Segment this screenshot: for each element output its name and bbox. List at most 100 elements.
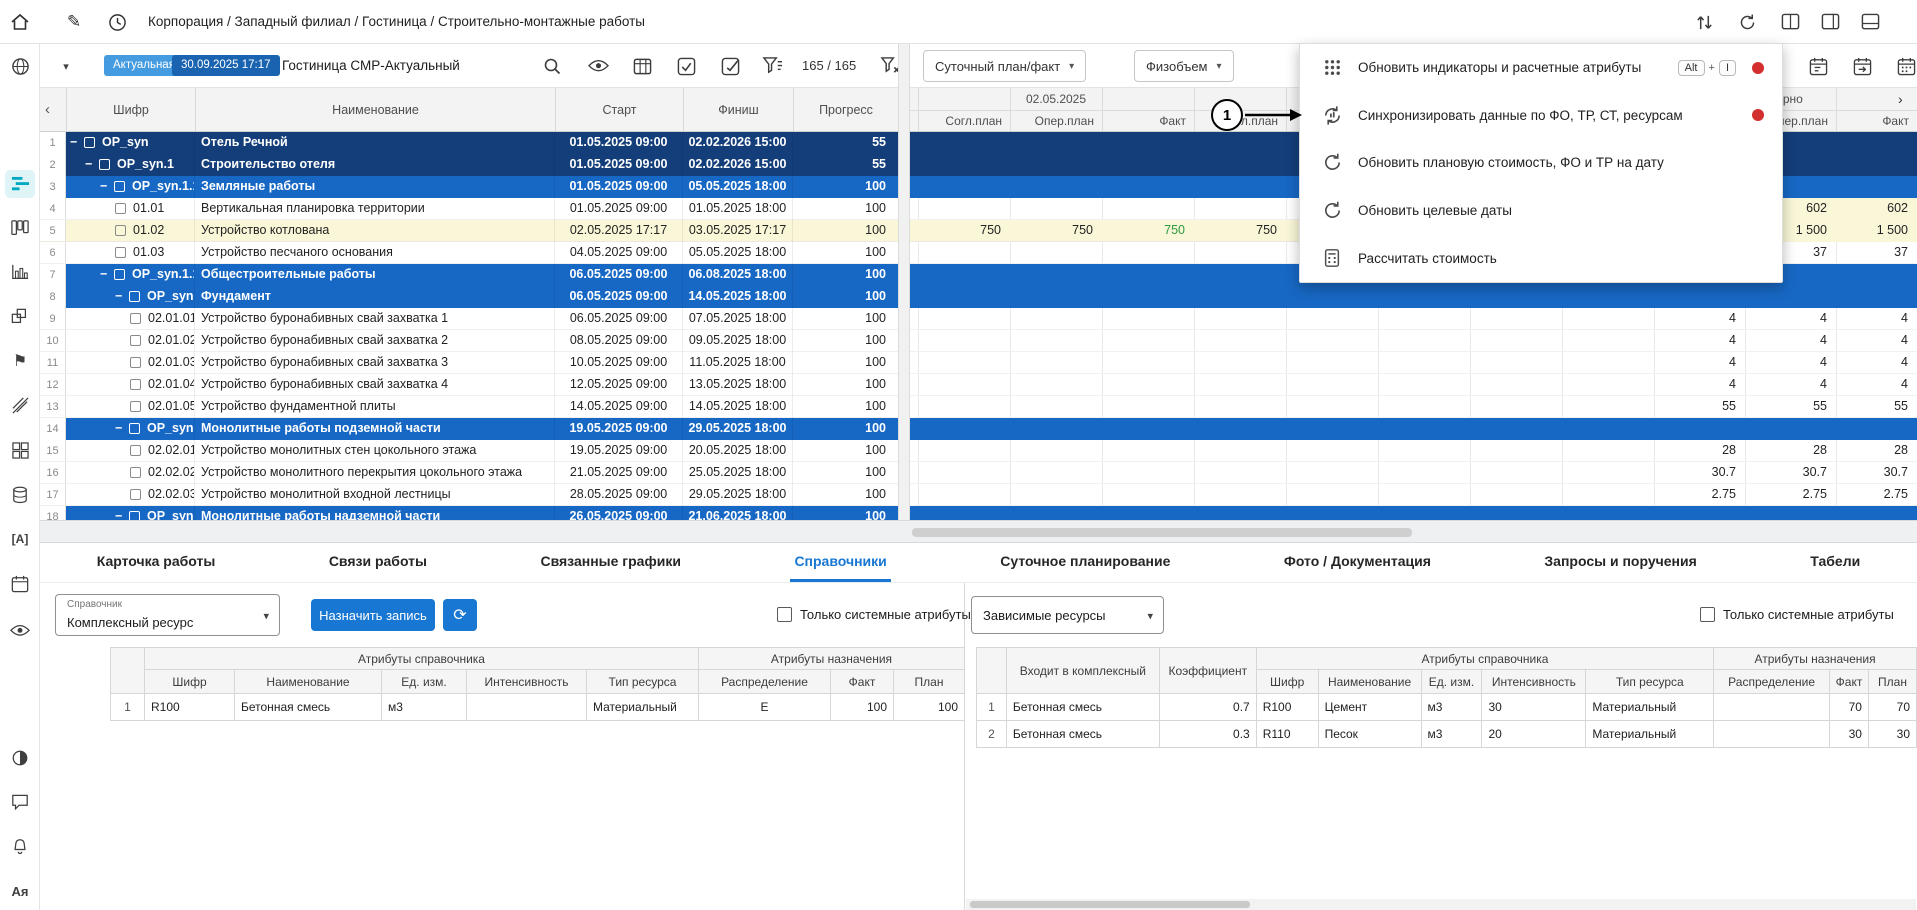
comment-icon[interactable] <box>0 788 40 816</box>
system-attrs-checkbox[interactable] <box>777 607 792 622</box>
table-row[interactable]: 2Бетонная смесь0.3R110Песокм320Материаль… <box>977 721 1917 748</box>
theme-icon[interactable] <box>0 744 40 772</box>
bottom-scrollbar[interactable] <box>966 899 1916 910</box>
row-expander-icon[interactable]: − <box>100 176 110 197</box>
database-icon[interactable] <box>0 481 40 509</box>
gantt-values-row[interactable] <box>910 418 1917 440</box>
edit-icon[interactable]: ✎ <box>60 8 88 36</box>
row-expander-icon[interactable]: − <box>100 264 110 285</box>
system-attrs-checkbox-right[interactable] <box>1700 607 1715 622</box>
menu-item[interactable]: Обновить индикаторы и расчетные атрибуты… <box>1300 44 1782 92</box>
gantt-row[interactable]: 501.02Устройство котлована02.05.2025 17:… <box>40 220 898 242</box>
search-icon[interactable] <box>538 52 566 80</box>
row-checkbox[interactable] <box>130 445 141 456</box>
row-checkbox[interactable] <box>129 291 140 302</box>
check-tasks-icon[interactable] <box>672 52 700 80</box>
gantt-row[interactable]: 1702.02.03Устройство монолитной входной … <box>40 484 898 506</box>
gantt-row[interactable]: 1602.02.02Устройство монолитного перекры… <box>40 462 898 484</box>
history-icon[interactable] <box>103 8 131 36</box>
row-expander-icon[interactable]: − <box>115 506 125 520</box>
table-row[interactable]: 1R100Бетонная смесьм3МатериальныйЕ100100 <box>111 694 965 721</box>
gantt-values-row[interactable] <box>910 506 1917 520</box>
calendar-filter-icon[interactable] <box>1804 52 1832 80</box>
menu-item[interactable]: Синхронизировать данные по ФО, ТР, СТ, р… <box>1300 92 1782 140</box>
tab[interactable]: Справочники <box>790 543 890 582</box>
menu-item[interactable]: Обновить плановую стоимость, ФО и ТР на … <box>1300 139 1782 187</box>
uncheck-tasks-icon[interactable] <box>716 52 744 80</box>
hatching-icon[interactable] <box>0 391 40 419</box>
scroll-right-icon[interactable]: › <box>1898 88 1903 110</box>
gantt-row[interactable]: 1302.01.05Устройство фундаментной плиты1… <box>40 396 898 418</box>
gantt-row[interactable]: 1102.01.03Устройство буронабивных свай з… <box>40 352 898 374</box>
gantt-row[interactable]: 401.01Вертикальная планировка территории… <box>40 198 898 220</box>
calendar-goto-icon[interactable] <box>1848 52 1876 80</box>
row-checkbox[interactable] <box>114 269 125 280</box>
assign-record-button[interactable]: Назначить запись <box>311 599 435 631</box>
reference-select[interactable]: Справочник Комплексный ресурс ▾ <box>55 594 280 636</box>
gantt-values-row[interactable]: 444 <box>910 352 1917 374</box>
row-checkbox[interactable] <box>130 379 141 390</box>
gantt-row[interactable]: 1−OP_synОтель Речной01.05.2025 09:0002.0… <box>40 132 898 154</box>
menu-item[interactable]: Рассчитать стоимость <box>1300 234 1782 282</box>
refresh-records-button[interactable]: ⟳ <box>443 599 477 631</box>
split-view-icon[interactable] <box>1776 8 1804 36</box>
row-checkbox[interactable] <box>115 203 126 214</box>
gantt-row[interactable]: 14−OP_syn.1.1Монолитные работы подземной… <box>40 418 898 440</box>
attribute-icon[interactable]: [A] <box>0 525 40 553</box>
tab[interactable]: Табели <box>1806 543 1864 582</box>
row-checkbox[interactable] <box>115 225 126 236</box>
gantt-row[interactable]: 7−OP_syn.1.1.2Общестроительные работы06.… <box>40 264 898 286</box>
table-row[interactable]: 1Бетонная смесь0.7R100Цементм330Материал… <box>977 694 1917 721</box>
panel-bottom-icon[interactable] <box>1856 8 1884 36</box>
tab[interactable]: Связанные графики <box>536 543 684 582</box>
row-checkbox[interactable] <box>114 181 125 192</box>
layers-icon[interactable] <box>0 302 40 330</box>
gantt-row[interactable]: 1002.01.02Устройство буронабивных свай з… <box>40 330 898 352</box>
row-checkbox[interactable] <box>99 159 110 170</box>
calendar-grid-icon[interactable] <box>1892 52 1917 80</box>
gantt-values-row[interactable]: 282828 <box>910 440 1917 462</box>
row-expander-icon[interactable]: − <box>115 286 125 307</box>
flag-icon[interactable]: ⚑ <box>0 347 40 375</box>
gantt-values-row[interactable]: 444 <box>910 308 1917 330</box>
gantt-values-row[interactable]: 555555 <box>910 396 1917 418</box>
row-checkbox[interactable] <box>130 467 141 478</box>
row-checkbox[interactable] <box>130 489 141 500</box>
refresh-icon[interactable] <box>1733 8 1761 36</box>
grid-icon[interactable] <box>0 436 40 464</box>
calendar-icon[interactable] <box>0 570 40 598</box>
chart-icon[interactable] <box>0 258 40 286</box>
home-icon[interactable] <box>6 8 34 36</box>
measure-select[interactable]: Физобъем▾ <box>1134 50 1234 82</box>
tab[interactable]: Связи работы <box>325 543 431 582</box>
row-expander-icon[interactable]: − <box>85 154 95 175</box>
collapse-panel-icon[interactable]: ‹ <box>45 88 50 132</box>
expand-tree-caret-icon[interactable]: ▾ <box>52 52 80 80</box>
row-checkbox[interactable] <box>129 511 140 520</box>
gantt-values-row[interactable]: 444 <box>910 330 1917 352</box>
tab[interactable]: Суточное планирование <box>996 543 1174 582</box>
menu-item[interactable]: Обновить целевые даты <box>1300 187 1782 235</box>
row-checkbox[interactable] <box>130 357 141 368</box>
gantt-row[interactable]: 8−OP_syn.1.1Фундамент06.05.2025 09:0014.… <box>40 286 898 308</box>
panel-right-icon[interactable] <box>1816 8 1844 36</box>
kanban-icon[interactable] <box>0 214 40 242</box>
gantt-view-icon[interactable] <box>5 170 35 198</box>
row-checkbox[interactable] <box>130 401 141 412</box>
gantt-row[interactable]: 2−OP_syn.1Строительство отеля01.05.2025 … <box>40 154 898 176</box>
eye-icon[interactable] <box>0 616 40 644</box>
row-checkbox[interactable] <box>130 313 141 324</box>
row-checkbox[interactable] <box>84 137 95 148</box>
row-expander-icon[interactable]: − <box>70 132 80 153</box>
dependent-resources-select[interactable]: Зависимые ресурсы ▾ <box>971 596 1164 634</box>
gantt-row[interactable]: 1202.01.04Устройство буронабивных свай з… <box>40 374 898 396</box>
tab[interactable]: Фото / Документация <box>1280 543 1435 582</box>
gantt-row[interactable]: 601.03Устройство песчаного основания04.0… <box>40 242 898 264</box>
gantt-values-row[interactable]: 30.730.730.7 <box>910 462 1917 484</box>
horizontal-splitter[interactable] <box>40 520 1917 543</box>
translate-icon[interactable]: Aя <box>0 877 40 905</box>
gantt-row[interactable]: 3−OP_syn.1.1.1Земляные работы01.05.2025 … <box>40 176 898 198</box>
vertical-splitter[interactable] <box>898 44 910 520</box>
gantt-row[interactable]: 1502.02.01Устройство монолитных стен цок… <box>40 440 898 462</box>
gantt-row[interactable]: 902.01.01Устройство буронабивных свай за… <box>40 308 898 330</box>
